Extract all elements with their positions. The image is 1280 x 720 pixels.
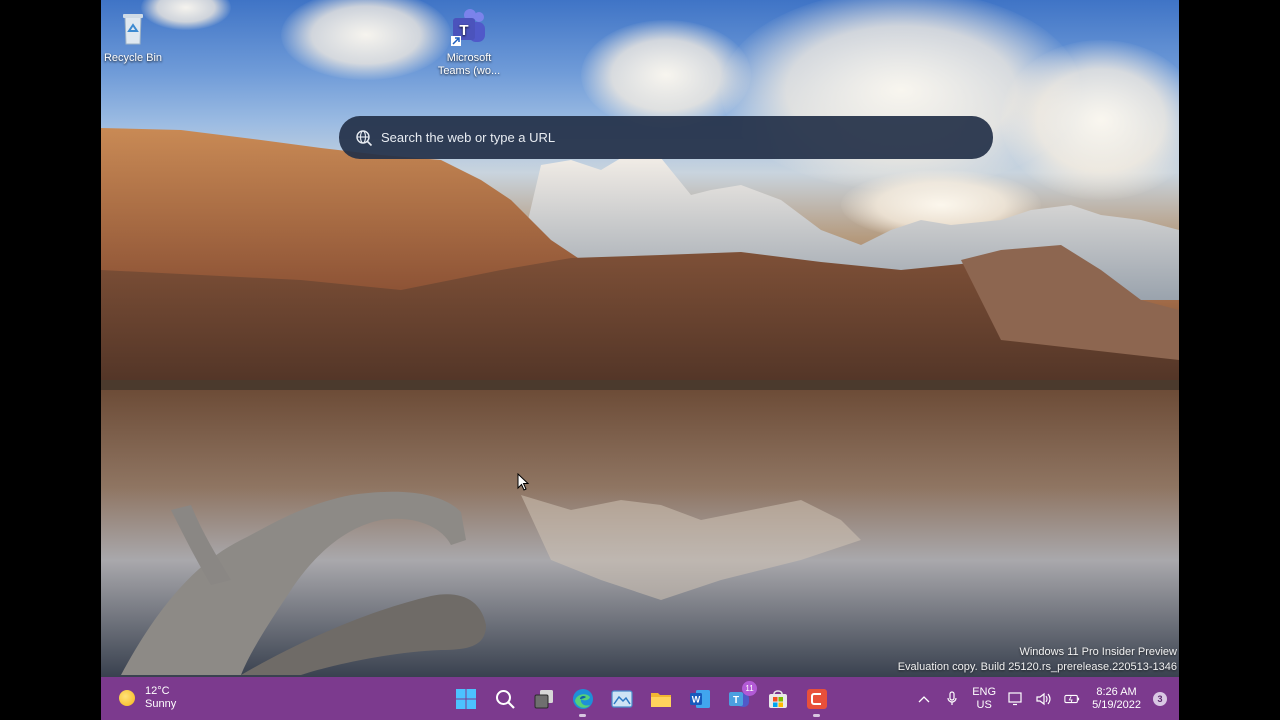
- evaluation-watermark: Windows 11 Pro Insider Preview Evaluatio…: [898, 645, 1177, 675]
- search-placeholder: Search the web or type a URL: [381, 130, 556, 145]
- windows-logo-icon: [455, 688, 476, 709]
- wallpaper-landscape: [101, 128, 1179, 677]
- clock-time: 8:26 AM: [1096, 685, 1137, 698]
- file-explorer-button[interactable]: [646, 683, 675, 714]
- photos-button[interactable]: [607, 683, 636, 714]
- desktop-icon-recycle-bin[interactable]: Recycle Bin: [101, 8, 168, 65]
- sun-icon: [119, 690, 135, 706]
- microphone-icon[interactable]: [944, 690, 960, 707]
- store-icon: [768, 689, 787, 708]
- svg-text:W: W: [691, 694, 700, 704]
- word-icon: W: [689, 689, 710, 708]
- desktop: Recycle Bin T Microsoft Teams (wo... Sea…: [101, 0, 1179, 720]
- web-search-bar[interactable]: Search the web or type a URL: [339, 116, 993, 159]
- store-button[interactable]: [763, 683, 792, 714]
- taskbar: 12°C Sunny W T 11 ENG US 8:26 AM 5/19/20…: [101, 677, 1179, 720]
- watermark-line2: Evaluation copy. Build 25120.rs_prerelea…: [897, 661, 1177, 673]
- photos-icon: [610, 689, 633, 708]
- teams-badge: 11: [742, 681, 757, 696]
- task-view-icon: [534, 689, 553, 708]
- task-view-button[interactable]: [529, 683, 558, 714]
- desktop-icon-label: Recycle Bin: [103, 52, 163, 64]
- edge-button[interactable]: [568, 683, 597, 717]
- volume-icon[interactable]: [1036, 691, 1052, 707]
- start-button[interactable]: [451, 683, 480, 714]
- weather-widget[interactable]: 12°C Sunny: [119, 685, 176, 711]
- clock-date: 5/19/2022: [1092, 698, 1141, 711]
- word-button[interactable]: W: [685, 683, 714, 714]
- notification-badge[interactable]: 3: [1153, 691, 1167, 706]
- language-indicator[interactable]: ENG US: [972, 686, 996, 712]
- snipping-tool-button[interactable]: [802, 683, 831, 717]
- weather-condition: Sunny: [145, 698, 177, 710]
- system-tray: ENG US 8:26 AM 5/19/2022 3: [916, 677, 1167, 720]
- clock[interactable]: 8:26 AM 5/19/2022: [1092, 686, 1141, 712]
- keyboard-layout: US: [976, 698, 992, 711]
- mouse-cursor-icon: [517, 473, 529, 491]
- teams-icon: T: [449, 8, 489, 48]
- desktop-icon-label: Microsoft Teams (wo...: [437, 52, 501, 77]
- weather-temp: 12°C: [145, 685, 170, 697]
- taskbar-apps: W T 11: [451, 681, 831, 717]
- battery-icon[interactable]: [1064, 691, 1080, 707]
- watermark-line1: Windows 11 Pro Insider Preview: [1019, 646, 1177, 658]
- desktop-icon-teams[interactable]: T Microsoft Teams (wo...: [434, 8, 504, 78]
- network-icon[interactable]: [1008, 691, 1024, 707]
- search-icon: [495, 689, 515, 709]
- search-globe-icon: [355, 129, 373, 147]
- snip-icon: [806, 688, 827, 709]
- chevron-up-icon[interactable]: [916, 691, 932, 707]
- edge-icon: [572, 688, 593, 709]
- teams-button[interactable]: T 11: [724, 681, 757, 714]
- recycle-bin-icon: [113, 8, 153, 48]
- language-code: ENG: [972, 685, 997, 698]
- search-button[interactable]: [490, 683, 519, 714]
- svg-text:T: T: [732, 695, 738, 706]
- folder-icon: [650, 692, 671, 707]
